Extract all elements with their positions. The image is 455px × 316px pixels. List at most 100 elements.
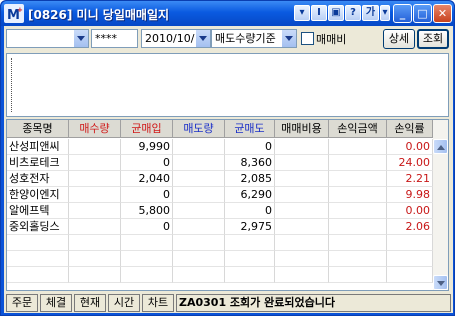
avg-sell: 0 (225, 139, 275, 155)
filter-toolbar: **** 2010/10/ 매도수량기준 매매비 상세 조회 (4, 26, 453, 50)
chart-button[interactable]: 차트 (142, 294, 174, 312)
execution-button[interactable]: 체결 (40, 294, 72, 312)
stock-name: 비츠로테크 (7, 155, 69, 171)
avg-buy: 2,040 (121, 171, 173, 187)
scroll-up-button[interactable] (433, 139, 448, 154)
sort-value: 매도수량기준 (215, 32, 276, 45)
chevron-down-icon (437, 281, 445, 286)
query-button[interactable]: 조회 (417, 29, 449, 49)
empty-row (7, 235, 448, 251)
date-combo[interactable]: 2010/10/ (141, 29, 211, 48)
buy-qty (69, 203, 121, 219)
buy-qty (69, 219, 121, 235)
fee (275, 171, 329, 187)
fee-checkbox[interactable] (301, 32, 314, 45)
pnl-ratio: 0.00 (387, 203, 433, 219)
title-bar[interactable]: M + [0826] 미니 당일매매일지 ▾ I ▣ ? 가 ▾ _ □ ✕ (1, 1, 454, 26)
time-button[interactable]: 시간 (108, 294, 140, 312)
help-icon[interactable]: ? (345, 5, 361, 21)
memo-area[interactable] (6, 53, 449, 117)
vertical-scrollbar[interactable] (433, 120, 448, 290)
svg-text:+: + (17, 6, 23, 14)
avg-buy: 0 (121, 187, 173, 203)
order-button[interactable]: 주문 (6, 294, 38, 312)
status-message: ZA0301 조회가 완료되었습니다 (176, 294, 451, 312)
fee (275, 219, 329, 235)
date-dropdown-icon[interactable] (195, 30, 210, 47)
client-area: **** 2010/10/ 매도수량기준 매매비 상세 조회 종목명 매수량 균… (4, 26, 453, 313)
pnl-ratio: 2.21 (387, 171, 433, 187)
date-value: 2010/10/ (145, 32, 195, 45)
table-row[interactable]: 알에프텍 5,800 0 0.00 (7, 203, 448, 219)
dropdown-menu-icon[interactable]: ▾ (294, 5, 310, 21)
sell-qty (173, 139, 225, 155)
stock-name: 한양이엔지 (7, 187, 69, 203)
avg-buy: 5,800 (121, 203, 173, 219)
col-avg-buy[interactable]: 균매입 (121, 120, 173, 138)
maximize-button[interactable]: □ (413, 4, 432, 23)
account-dropdown-icon[interactable] (73, 30, 88, 47)
pnl-ratio: 9.98 (387, 187, 433, 203)
table-row[interactable]: 성호전자 2,040 2,085 2.21 (7, 171, 448, 187)
sort-dropdown-icon[interactable] (281, 30, 296, 47)
sell-qty (173, 171, 225, 187)
stock-name: 알에프텍 (7, 203, 69, 219)
table-row[interactable]: 비츠로테크 0 8,360 24.00 (7, 155, 448, 171)
sell-qty (173, 203, 225, 219)
col-ratio[interactable]: 손익률 (387, 120, 433, 138)
pnl (329, 187, 387, 203)
pnl (329, 171, 387, 187)
buy-qty (69, 187, 121, 203)
pnl-ratio: 24.00 (387, 155, 433, 171)
pnl (329, 155, 387, 171)
font-dropdown-icon[interactable]: ▾ (380, 5, 390, 21)
chevron-up-icon (437, 145, 445, 150)
current-button[interactable]: 현재 (74, 294, 106, 312)
trade-table: 종목명 매수량 균매입 매도량 균매도 매매비용 손익금액 손익률 산성피앤씨 … (6, 119, 449, 291)
stock-name: 성호전자 (7, 171, 69, 187)
empty-row (7, 251, 448, 267)
font-size-icon[interactable]: 가 (362, 5, 379, 21)
col-stock-name[interactable]: 종목명 (7, 120, 69, 138)
table-row[interactable]: 한양이엔지 0 6,290 9.98 (7, 187, 448, 203)
col-buy-qty[interactable]: 매수량 (69, 120, 121, 138)
account-combo[interactable] (6, 29, 89, 48)
close-button[interactable]: ✕ (433, 4, 452, 23)
col-avg-sell[interactable]: 균매도 (225, 120, 275, 138)
buy-qty (69, 139, 121, 155)
password-value: **** (95, 32, 117, 45)
window-title: [0826] 미니 당일매매일지 (28, 8, 170, 22)
stock-name: 중외홀딩스 (7, 219, 69, 235)
sort-combo[interactable]: 매도수량기준 (211, 29, 297, 48)
fee (275, 187, 329, 203)
scroll-down-button[interactable] (433, 275, 448, 290)
minimize-button[interactable]: _ (393, 4, 412, 23)
sell-qty (173, 155, 225, 171)
table-header: 종목명 매수량 균매입 매도량 균매도 매매비용 손익금액 손익률 (7, 120, 448, 138)
info-icon[interactable]: I (311, 5, 327, 21)
app-logo-icon: M + (4, 4, 24, 23)
table-row[interactable]: 중외홀딩스 0 2,975 2.06 (7, 219, 448, 235)
pnl (329, 219, 387, 235)
avg-sell: 0 (225, 203, 275, 219)
col-sell-qty[interactable]: 매도량 (173, 120, 225, 138)
detail-button[interactable]: 상세 (383, 29, 415, 49)
avg-sell: 6,290 (225, 187, 275, 203)
fee (275, 155, 329, 171)
buy-qty (69, 171, 121, 187)
sell-qty (173, 187, 225, 203)
pnl (329, 203, 387, 219)
sell-qty (173, 219, 225, 235)
col-pnl[interactable]: 손익금액 (329, 120, 387, 138)
text-caret (11, 58, 12, 112)
pnl-ratio: 0.00 (387, 139, 433, 155)
screen-icon[interactable]: ▣ (328, 5, 344, 21)
col-fee[interactable]: 매매비용 (275, 120, 329, 138)
avg-buy: 9,990 (121, 139, 173, 155)
avg-sell: 8,360 (225, 155, 275, 171)
pnl-ratio: 2.06 (387, 219, 433, 235)
fee (275, 139, 329, 155)
avg-sell: 2,975 (225, 219, 275, 235)
password-field[interactable]: **** (91, 29, 138, 48)
table-row[interactable]: 산성피앤씨 9,990 0 0.00 (7, 139, 448, 155)
